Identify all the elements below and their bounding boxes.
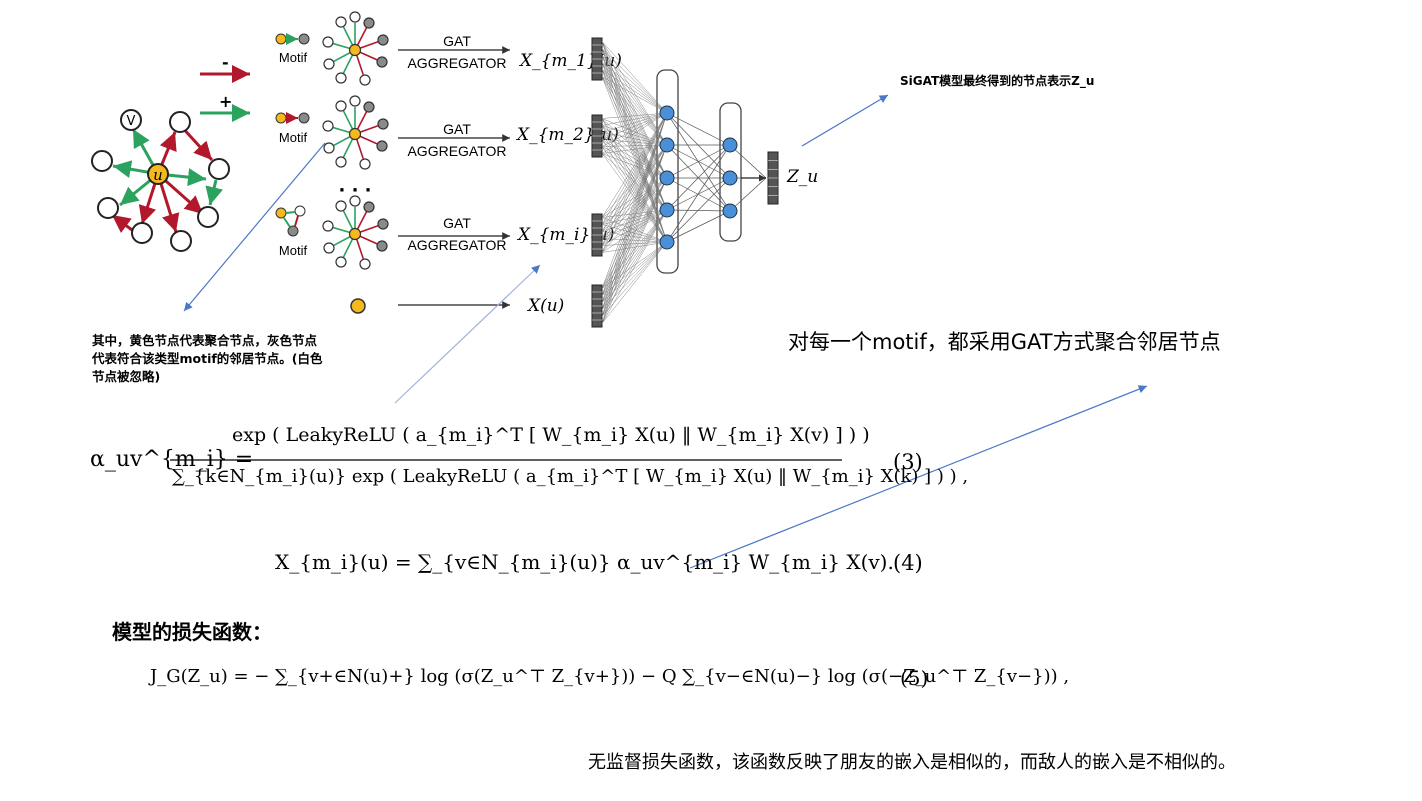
motif-subgraph-1 (322, 11, 389, 86)
eq3-numerator: exp ( LeakyReLU ( a_{m_i}^T [ W_{m_i} X(… (232, 424, 870, 446)
zu-label: Z_u (786, 167, 818, 187)
neuron-l2-3 (722, 203, 738, 219)
edge-legend: - + (200, 53, 250, 122)
eq4: X_{m_i}(u) = ∑_{v∈N_{m_i}(u)} α_uv^{m_i}… (275, 550, 894, 574)
signed-graph: V u (91, 109, 230, 252)
aggregator-labels: GAT AGGREGATOR GAT AGGREGATOR GAT AGGREG… (407, 33, 506, 253)
eq3-denominator: ∑_{k∈N_{m_i}(u)} exp ( LeakyReLU ( a_{m_… (172, 466, 969, 487)
neural-network (601, 41, 767, 324)
neuron-l1-1 (659, 105, 675, 121)
vector-xm2 (591, 114, 603, 158)
node-note-line-3: 节点被忽略) (92, 369, 161, 384)
minus-sign: - (222, 53, 229, 72)
neuron-l1-2 (659, 137, 675, 153)
neuron-l1-5 (659, 234, 675, 250)
node-v-label: V (127, 114, 136, 129)
gat-label-3: GAT (443, 215, 471, 231)
aggregator-label-3: AGGREGATOR (407, 237, 506, 253)
neuron-l1-3 (659, 170, 675, 186)
motif-subgraph-2 (322, 95, 389, 170)
vector-xu (591, 284, 603, 328)
gat-label-1: GAT (443, 33, 471, 49)
motif-subgraphs (322, 11, 389, 270)
motif-subgraph-3 (322, 195, 389, 270)
eq5: J_G(Z_u) = − ∑_{v+∈N(u)+} log (σ(Z_u^⊤ Z… (150, 666, 1070, 687)
eq3-number: (3) (893, 450, 923, 474)
aggregator-label-1: AGGREGATOR (407, 55, 506, 71)
loss-note: 无监督损失函数，该函数反映了朋友的嵌入是相似的，而敌人的嵌入是不相似的。 (588, 752, 1236, 773)
eq4-number: (4) (893, 551, 923, 575)
neuron-l2-2 (722, 170, 738, 186)
eq5-number: (5) (900, 666, 929, 690)
ellipsis: · · · (338, 180, 371, 201)
vector-zu (767, 151, 779, 205)
gat-label-2: GAT (443, 121, 471, 137)
aggregator-label-2: AGGREGATOR (407, 143, 506, 159)
neuron-l2-1 (722, 137, 738, 153)
vector-xmi (591, 213, 603, 257)
motif-label-1: Motif (279, 50, 308, 65)
node-u-label: u (153, 166, 163, 184)
sigat-note: SiGAT模型最终得到的节点表示Z_u (900, 74, 1095, 88)
plus-sign: + (219, 92, 232, 111)
node-note-line-2: 代表符合该类型motif的邻居节点。(白色 (92, 351, 323, 366)
motif-icon-2: Motif (275, 112, 310, 145)
node-note: 其中，黄色节点代表聚合节点，灰色节点 代表符合该类型motif的邻居节点。(白色… (92, 332, 323, 386)
xu-label: X(u) (526, 296, 564, 316)
yellow-node-icon (350, 298, 366, 314)
node-note-line-1: 其中，黄色节点代表聚合节点，灰色节点 (92, 333, 318, 348)
motif-icon-1: Motif (275, 33, 310, 65)
loss-heading: 模型的损失函数： (112, 620, 272, 644)
vector-xm1 (591, 37, 603, 81)
motif-label-2: Motif (279, 130, 308, 145)
motif-note: 对每一个motif，都采用GAT方式聚合邻居节点 (788, 330, 1221, 354)
aggregator-arrows (350, 46, 510, 314)
motif-label-3: Motif (279, 243, 308, 258)
neuron-l1-4 (659, 202, 675, 218)
motif-icon-3: Motif (275, 205, 308, 258)
